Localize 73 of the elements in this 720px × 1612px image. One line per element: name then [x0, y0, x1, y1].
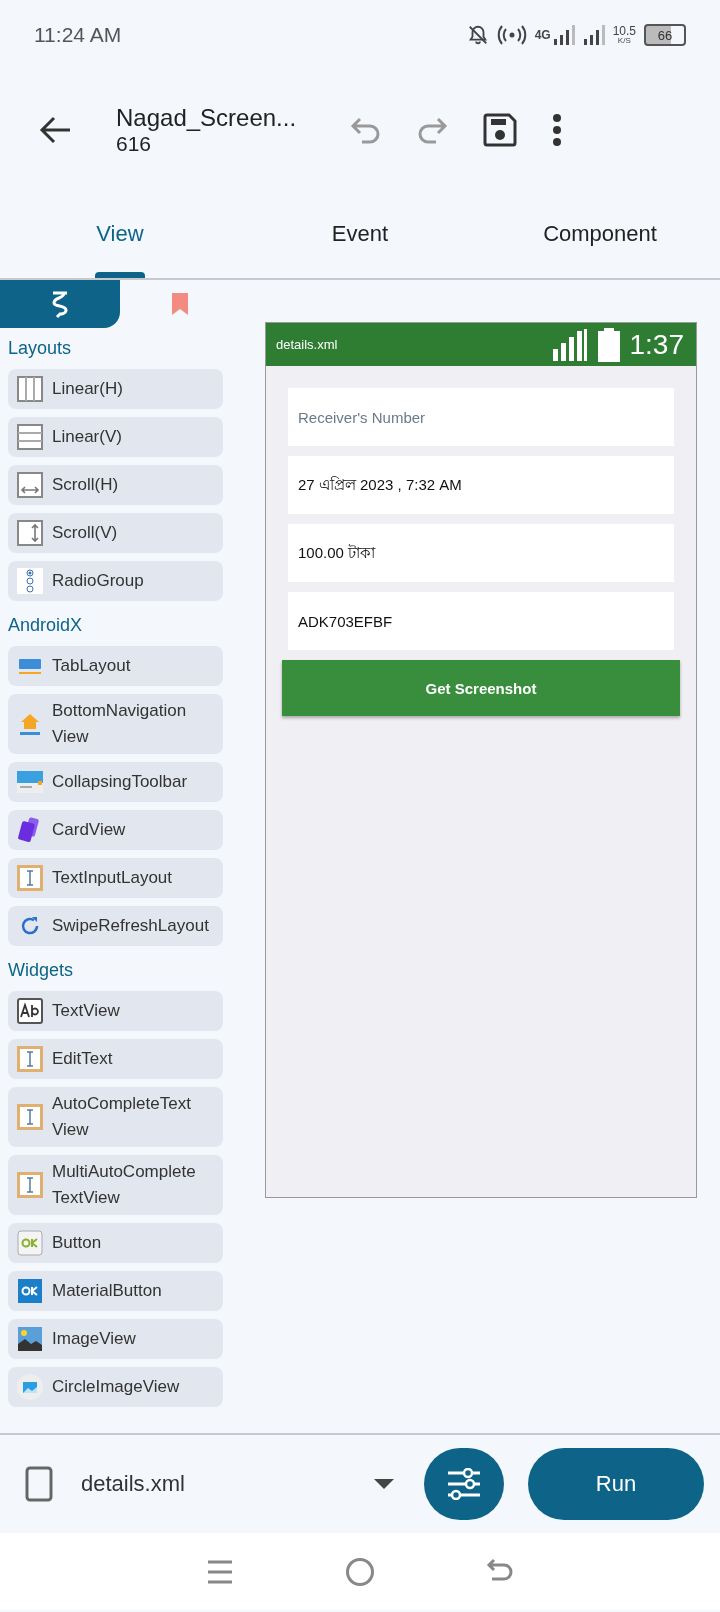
picture-icon	[17, 1374, 43, 1400]
palette-item[interactable]: SwipeRefreshLayout	[8, 906, 223, 946]
bell-off-icon	[466, 24, 489, 46]
signal-icon	[552, 25, 575, 45]
section-title: Layouts	[8, 337, 73, 360]
screenshot-button[interactable]: Get Screenshot	[282, 660, 680, 716]
palette-item[interactable]: Linear(H)	[8, 369, 223, 409]
battery-icon	[597, 327, 620, 362]
tab[interactable]: Event	[240, 190, 480, 278]
rows-icon	[17, 424, 43, 450]
ok-button-icon	[17, 1230, 43, 1256]
hotspot-icon	[496, 25, 527, 45]
more-icon[interactable]	[552, 114, 562, 146]
signal-icon	[582, 25, 605, 45]
text-cursor-icon	[17, 1104, 43, 1130]
section-title: Widgets	[8, 959, 75, 982]
palette-item[interactable]: RadioGroup	[8, 561, 223, 601]
palette-item[interactable]: TextInputLayout	[8, 858, 223, 898]
palette-item[interactable]: CollapsingToolbar	[8, 762, 223, 802]
preview-title: details.xml	[276, 337, 339, 352]
radio-buttons-icon	[17, 568, 43, 594]
palette-item[interactable]: AutoCompleteText View	[8, 1087, 223, 1147]
sliders-icon	[446, 1468, 482, 1500]
palette-item[interactable]: TabLayout	[8, 646, 223, 686]
vertical-arrows-icon	[17, 520, 43, 546]
phone-icon	[25, 1466, 53, 1502]
redo-icon[interactable]	[416, 115, 448, 145]
menu-icon[interactable]	[205, 1558, 234, 1585]
palette-item[interactable]: BottomNavigation View	[8, 694, 223, 754]
palette-item[interactable]: Linear(V)	[8, 417, 223, 457]
signal-icon	[551, 328, 588, 361]
columns-icon	[17, 376, 43, 402]
palette-item[interactable]: CircleImageView	[8, 1367, 223, 1407]
network-type: 4G	[534, 28, 551, 42]
widget-symbol-icon	[50, 290, 70, 318]
text-cursor-icon	[17, 865, 43, 891]
palette-item[interactable]: EditText	[8, 1039, 223, 1079]
undo-icon[interactable]	[350, 115, 382, 145]
palette-item[interactable]: Scroll(V)	[8, 513, 223, 553]
home-icon	[17, 711, 43, 737]
section-title: AndroidX	[8, 614, 84, 637]
status-time: 11:24 AM	[34, 23, 122, 47]
project-title: Nagad_Screen...	[116, 104, 298, 132]
palette-item[interactable]: Scroll(H)	[8, 465, 223, 505]
palette-item[interactable]: TextView	[8, 991, 223, 1031]
palette-item[interactable]: CardView	[8, 810, 223, 850]
speed-unit: K/S	[617, 37, 631, 45]
dropdown-caret-icon	[374, 1479, 394, 1489]
bookmark-icon	[171, 293, 189, 315]
text-view-icon	[17, 998, 43, 1024]
preview-clock: 1:37	[629, 328, 684, 361]
save-icon[interactable]	[482, 112, 518, 148]
file-dropdown[interactable]: details.xml	[67, 1454, 410, 1514]
back-arrow-icon[interactable]	[38, 115, 72, 145]
ok-button-icon	[17, 1278, 43, 1304]
palette-item[interactable]: ImageView	[8, 1319, 223, 1359]
palette-item[interactable]: Button	[8, 1223, 223, 1263]
text-cursor-icon	[17, 1172, 43, 1198]
home-circle-icon[interactable]	[345, 1556, 375, 1587]
run-button[interactable]: Run	[528, 1448, 704, 1520]
text-cursor-icon	[17, 1046, 43, 1072]
network-speed: 10.5	[612, 25, 636, 37]
widgets-tab[interactable]	[0, 280, 120, 328]
landscape-icon	[17, 1326, 43, 1352]
tab[interactable]: Component	[480, 190, 720, 278]
project-subtitle: 616	[116, 132, 153, 156]
horizontal-arrows-icon	[17, 472, 43, 498]
battery-icon: 66	[644, 24, 686, 46]
palette-item[interactable]: MaterialButton	[8, 1271, 223, 1311]
palette-item[interactable]: MultiAutoComplete TextView	[8, 1155, 223, 1215]
tab[interactable]: View	[0, 190, 240, 278]
tab-icon	[17, 656, 43, 676]
window-icon	[16, 769, 44, 795]
